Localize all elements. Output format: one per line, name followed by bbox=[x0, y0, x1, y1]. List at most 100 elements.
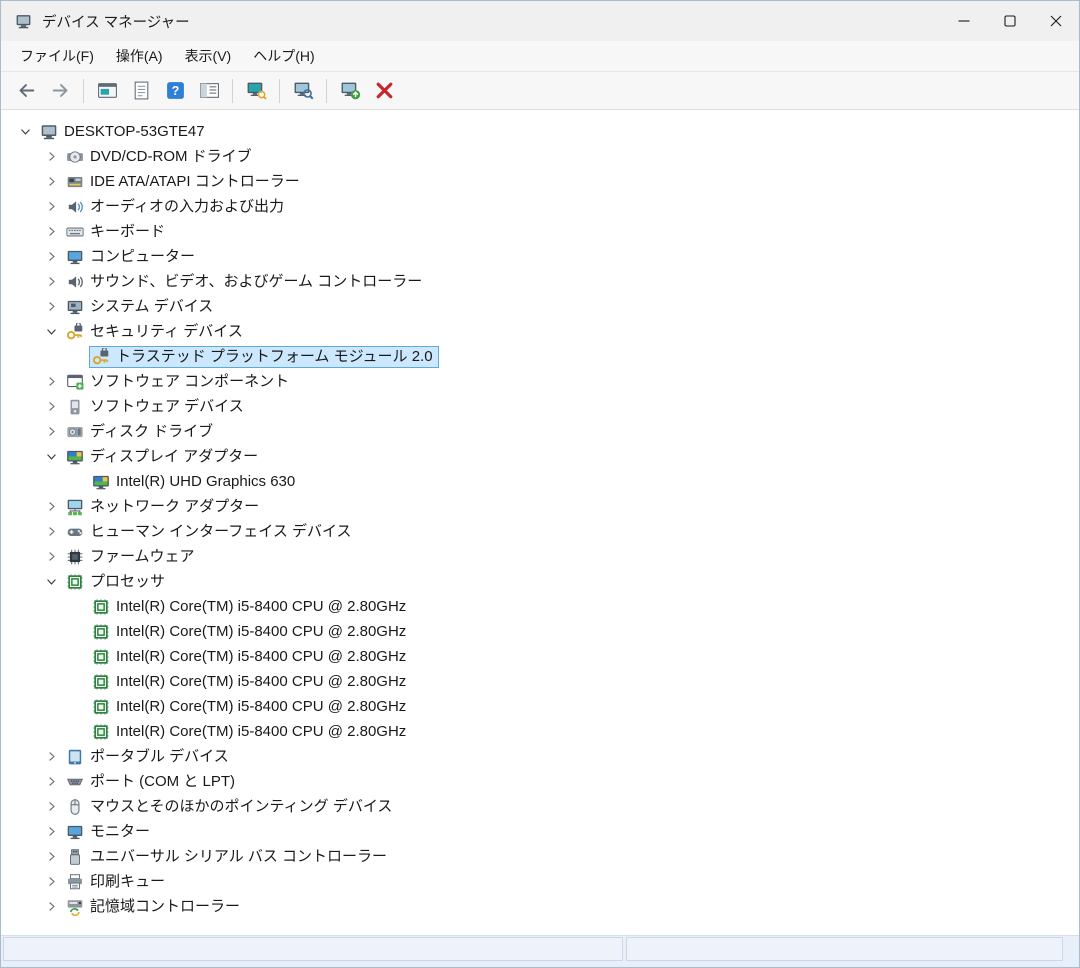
tree-item-content[interactable]: Intel(R) Core(TM) i5-8400 CPU @ 2.80GHz bbox=[89, 646, 412, 668]
chevron-right-icon[interactable] bbox=[39, 849, 63, 864]
tree-item-network-adapters[interactable]: ネットワーク アダプター bbox=[1, 494, 1079, 519]
tree-item-content[interactable]: Intel(R) Core(TM) i5-8400 CPU @ 2.80GHz bbox=[89, 671, 412, 693]
tree-item-content[interactable]: ネットワーク アダプター bbox=[63, 496, 265, 518]
tree-item-cpu-3[interactable]: Intel(R) Core(TM) i5-8400 CPU @ 2.80GHz bbox=[1, 669, 1079, 694]
tree-item-disk-drives[interactable]: ディスク ドライブ bbox=[1, 419, 1079, 444]
chevron-right-icon[interactable] bbox=[39, 149, 63, 164]
chevron-right-icon[interactable] bbox=[39, 274, 63, 289]
chevron-right-icon[interactable] bbox=[39, 549, 63, 564]
menu-file[interactable]: ファイル(F) bbox=[9, 41, 105, 71]
menu-help[interactable]: ヘルプ(H) bbox=[242, 41, 325, 71]
tree-item-cpu-1[interactable]: Intel(R) Core(TM) i5-8400 CPU @ 2.80GHz bbox=[1, 619, 1079, 644]
tree-item-security-devices[interactable]: セキュリティ デバイス bbox=[1, 319, 1079, 344]
tree-item-content[interactable]: ヒューマン インターフェイス デバイス bbox=[63, 521, 358, 543]
chevron-right-icon[interactable] bbox=[39, 499, 63, 514]
tree-item-cpu-5[interactable]: Intel(R) Core(TM) i5-8400 CPU @ 2.80GHz bbox=[1, 719, 1079, 744]
menu-view[interactable]: 表示(V) bbox=[174, 41, 243, 71]
tree-item-mice-pointing-devices[interactable]: マウスとそのほかのポインティング デバイス bbox=[1, 794, 1079, 819]
tree-item-software-devices[interactable]: ソフトウェア デバイス bbox=[1, 394, 1079, 419]
properties-button[interactable] bbox=[124, 76, 158, 106]
chevron-right-icon[interactable] bbox=[39, 399, 63, 414]
back-button[interactable] bbox=[9, 76, 43, 106]
tree-item-cpu-2[interactable]: Intel(R) Core(TM) i5-8400 CPU @ 2.80GHz bbox=[1, 644, 1079, 669]
chevron-right-icon[interactable] bbox=[39, 424, 63, 439]
chevron-right-icon[interactable] bbox=[39, 899, 63, 914]
tree-item-content[interactable]: Intel(R) Core(TM) i5-8400 CPU @ 2.80GHz bbox=[89, 621, 412, 643]
tree-item-content[interactable]: コンピューター bbox=[63, 246, 201, 268]
update-driver-button[interactable] bbox=[333, 76, 367, 106]
tree-item-content[interactable]: 印刷キュー bbox=[63, 871, 171, 893]
tree-item-content[interactable]: マウスとそのほかのポインティング デバイス bbox=[63, 796, 398, 818]
chevron-down-icon[interactable] bbox=[39, 574, 63, 589]
tree-item-content[interactable]: ディスク ドライブ bbox=[63, 421, 219, 443]
tree-item-content[interactable]: ディスプレイ アダプター bbox=[63, 446, 264, 468]
tree-item-content[interactable]: DVD/CD-ROM ドライブ bbox=[63, 146, 258, 168]
tree-item-content[interactable]: ソフトウェア コンポーネント bbox=[63, 371, 295, 393]
tree-item-tpm-module[interactable]: トラステッド プラットフォーム モジュール 2.0 bbox=[1, 344, 1079, 369]
tree-item-content[interactable]: Intel(R) Core(TM) i5-8400 CPU @ 2.80GHz bbox=[89, 596, 412, 618]
show-console-tree-button[interactable] bbox=[90, 76, 124, 106]
tree-item-cpu-0[interactable]: Intel(R) Core(TM) i5-8400 CPU @ 2.80GHz bbox=[1, 594, 1079, 619]
tree-item-content[interactable]: セキュリティ デバイス bbox=[63, 321, 249, 343]
tree-item-portable-devices[interactable]: ポータブル デバイス bbox=[1, 744, 1079, 769]
tree-item-desktop-root[interactable]: DESKTOP-53GTE47 bbox=[1, 119, 1079, 144]
tree-item-usb-controllers[interactable]: ユニバーサル シリアル バス コントローラー bbox=[1, 844, 1079, 869]
tree-item-software-components[interactable]: ソフトウェア コンポーネント bbox=[1, 369, 1079, 394]
chevron-right-icon[interactable] bbox=[39, 749, 63, 764]
chevron-right-icon[interactable] bbox=[39, 874, 63, 889]
tree-item-content[interactable]: サウンド、ビデオ、およびゲーム コントローラー bbox=[63, 271, 428, 293]
scan-hardware-changes-button[interactable] bbox=[239, 76, 273, 106]
chevron-right-icon[interactable] bbox=[39, 524, 63, 539]
tree-item-sound-video-game-controllers[interactable]: サウンド、ビデオ、およびゲーム コントローラー bbox=[1, 269, 1079, 294]
tree-item-display-adapters[interactable]: ディスプレイ アダプター bbox=[1, 444, 1079, 469]
tree-item-content[interactable]: ユニバーサル シリアル バス コントローラー bbox=[63, 846, 393, 868]
chevron-down-icon[interactable] bbox=[39, 449, 63, 464]
tree-item-content[interactable]: ポート (COM と LPT) bbox=[63, 771, 241, 793]
tree-item-ide-ata-atapi-controllers[interactable]: IDE ATA/ATAPI コントローラー bbox=[1, 169, 1079, 194]
tree-item-audio-inputs-outputs[interactable]: オーディオの入力および出力 bbox=[1, 194, 1079, 219]
tree-item-system-devices[interactable]: システム デバイス bbox=[1, 294, 1079, 319]
chevron-right-icon[interactable] bbox=[39, 774, 63, 789]
tree-item-content[interactable]: ソフトウェア デバイス bbox=[63, 396, 250, 418]
chevron-right-icon[interactable] bbox=[39, 224, 63, 239]
tree-item-computers[interactable]: コンピューター bbox=[1, 244, 1079, 269]
tree-item-intel-uhd-graphics-630[interactable]: Intel(R) UHD Graphics 630 bbox=[1, 469, 1079, 494]
chevron-right-icon[interactable] bbox=[39, 174, 63, 189]
tree-item-monitors[interactable]: モニター bbox=[1, 819, 1079, 844]
tree-item-cpu-4[interactable]: Intel(R) Core(TM) i5-8400 CPU @ 2.80GHz bbox=[1, 694, 1079, 719]
tree-item-content[interactable]: Intel(R) UHD Graphics 630 bbox=[89, 471, 301, 493]
chevron-right-icon[interactable] bbox=[39, 799, 63, 814]
chevron-right-icon[interactable] bbox=[39, 299, 63, 314]
tree-item-firmware[interactable]: ファームウェア bbox=[1, 544, 1079, 569]
menu-action[interactable]: 操作(A) bbox=[105, 41, 174, 71]
chevron-down-icon[interactable] bbox=[39, 324, 63, 339]
close-button[interactable] bbox=[1033, 1, 1079, 41]
minimize-button[interactable] bbox=[941, 1, 987, 41]
tree-item-content[interactable]: DESKTOP-53GTE47 bbox=[37, 121, 211, 143]
tree-item-ports-com-lpt[interactable]: ポート (COM と LPT) bbox=[1, 769, 1079, 794]
tree-item-keyboards[interactable]: キーボード bbox=[1, 219, 1079, 244]
tree-item-dvd-cdrom-drives[interactable]: DVD/CD-ROM ドライブ bbox=[1, 144, 1079, 169]
chevron-right-icon[interactable] bbox=[39, 199, 63, 214]
tree-item-content[interactable]: 記憶域コントローラー bbox=[63, 896, 246, 918]
tree-item-content[interactable]: キーボード bbox=[63, 221, 171, 243]
tree-item-content[interactable]: ファームウェア bbox=[63, 546, 201, 568]
tree-item-storage-controllers[interactable]: 記憶域コントローラー bbox=[1, 894, 1079, 919]
tree-item-content[interactable]: モニター bbox=[63, 821, 156, 843]
tree-item-content[interactable]: Intel(R) Core(TM) i5-8400 CPU @ 2.80GHz bbox=[89, 696, 412, 718]
tree-item-content[interactable]: プロセッサ bbox=[63, 571, 171, 593]
tree-item-print-queues[interactable]: 印刷キュー bbox=[1, 869, 1079, 894]
search-devices-button[interactable] bbox=[286, 76, 320, 106]
export-list-button[interactable] bbox=[192, 76, 226, 106]
chevron-right-icon[interactable] bbox=[39, 824, 63, 839]
chevron-down-icon[interactable] bbox=[13, 124, 37, 139]
tree-item-content[interactable]: システム デバイス bbox=[63, 296, 219, 318]
tree-item-content[interactable]: Intel(R) Core(TM) i5-8400 CPU @ 2.80GHz bbox=[89, 721, 412, 743]
tree-item-content[interactable]: ポータブル デバイス bbox=[63, 746, 235, 768]
help-button[interactable]: ? bbox=[158, 76, 192, 106]
selected-tree-item-content[interactable]: トラステッド プラットフォーム モジュール 2.0 bbox=[89, 346, 439, 368]
tree-item-content[interactable]: IDE ATA/ATAPI コントローラー bbox=[63, 171, 306, 193]
maximize-button[interactable] bbox=[987, 1, 1033, 41]
tree-item-content[interactable]: オーディオの入力および出力 bbox=[63, 196, 290, 218]
chevron-right-icon[interactable] bbox=[39, 249, 63, 264]
